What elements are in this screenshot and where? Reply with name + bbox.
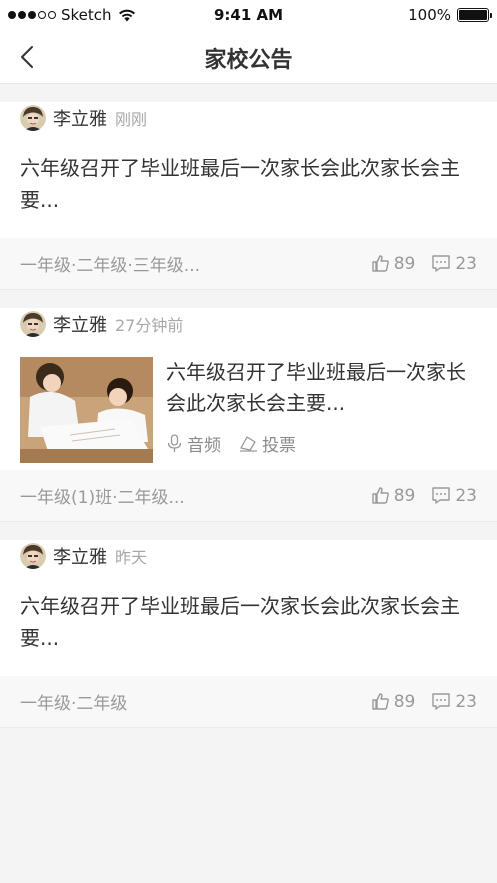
audio-label: 音频 <box>187 436 221 456</box>
audience-label: 一年级(1)班·二年级... <box>20 488 185 508</box>
audio-attachment[interactable]: 音频 <box>166 431 221 456</box>
comment-count: 23 <box>455 691 477 712</box>
audience-label: 一年级·二年级 <box>20 694 128 714</box>
author-name: 李立雅 <box>53 315 107 336</box>
post-header: 李立雅 刚刚 <box>0 102 497 134</box>
like-button[interactable]: 89 <box>371 691 416 712</box>
like-count: 89 <box>393 485 416 506</box>
battery-percent: 100% <box>408 6 451 24</box>
like-count: 89 <box>393 691 416 712</box>
thumbs-up-icon <box>372 255 389 272</box>
vote-attachment[interactable]: 投票 <box>239 431 296 456</box>
author-name: 李立雅 <box>53 109 107 130</box>
announcement-card[interactable]: 李立雅 昨天 六年级召开了毕业班最后一次家长会此次家长会主要... 一年级·二年… <box>0 540 497 728</box>
comment-icon <box>432 693 451 710</box>
thumbs-up-icon <box>372 487 389 504</box>
comment-icon <box>432 487 451 504</box>
like-button[interactable]: 89 <box>371 253 416 274</box>
post-media-row: 六年级召开了毕业班最后一次家长会此次家长会主要... 音频 投票 <box>0 340 497 470</box>
comment-count: 23 <box>455 485 477 506</box>
author-name: 李立雅 <box>53 547 107 568</box>
comment-button[interactable]: 23 <box>431 254 477 274</box>
avatar[interactable] <box>20 311 46 337</box>
announcement-card[interactable]: 李立雅 刚刚 六年级召开了毕业班最后一次家长会此次家长会主要... 一年级·二年… <box>0 102 497 290</box>
post-stats: 89 23 <box>371 692 477 712</box>
back-arrow-icon[interactable] <box>14 42 44 72</box>
vote-label: 投票 <box>262 436 296 456</box>
audience-label: 一年级·二年级·三年级... <box>20 256 201 276</box>
battery-info: 100% <box>408 6 492 24</box>
post-footer: 一年级·二年级 89 23 <box>0 676 497 728</box>
vote-icon <box>240 436 257 452</box>
announcement-feed: 李立雅 刚刚 六年级召开了毕业班最后一次家长会此次家长会主要... 一年级·二年… <box>0 84 497 728</box>
post-thumbnail[interactable] <box>20 357 153 463</box>
post-attachments: 音频 投票 <box>166 431 477 456</box>
post-time: 刚刚 <box>115 110 148 129</box>
comment-button[interactable]: 23 <box>431 486 477 506</box>
post-footer: 一年级(1)班·二年级... 89 23 <box>0 470 497 522</box>
microphone-icon <box>167 434 182 452</box>
status-bar: Sketch 9:41 AM 100% <box>0 0 497 30</box>
post-header: 李立雅 昨天 <box>0 540 497 572</box>
avatar[interactable] <box>20 105 46 131</box>
page-title: 家校公告 <box>204 48 293 73</box>
battery-icon <box>457 8 492 22</box>
comment-icon <box>432 255 451 272</box>
comment-button[interactable]: 23 <box>431 692 477 712</box>
announcement-card[interactable]: 李立雅 27分钟前 六年级召开了毕业班最后一次家长会此次家长会主要... 音频 … <box>0 308 497 522</box>
like-button[interactable]: 89 <box>371 485 416 506</box>
post-header: 李立雅 27分钟前 <box>0 308 497 340</box>
post-stats: 89 23 <box>371 254 477 274</box>
post-time: 27分钟前 <box>115 316 184 335</box>
like-count: 89 <box>393 253 416 274</box>
post-content: 六年级召开了毕业班最后一次家长会此次家长会主要... <box>20 594 460 650</box>
post-content: 六年级召开了毕业班最后一次家长会此次家长会主要... <box>166 360 466 415</box>
post-content: 六年级召开了毕业班最后一次家长会此次家长会主要... <box>20 156 460 212</box>
navigation-bar: 家校公告 <box>0 30 497 84</box>
comment-count: 23 <box>455 253 477 274</box>
post-stats: 89 23 <box>371 486 477 506</box>
post-footer: 一年级·二年级·三年级... 89 23 <box>0 238 497 290</box>
avatar[interactable] <box>20 543 46 569</box>
thumbs-up-icon <box>372 693 389 710</box>
post-time: 昨天 <box>115 548 148 567</box>
